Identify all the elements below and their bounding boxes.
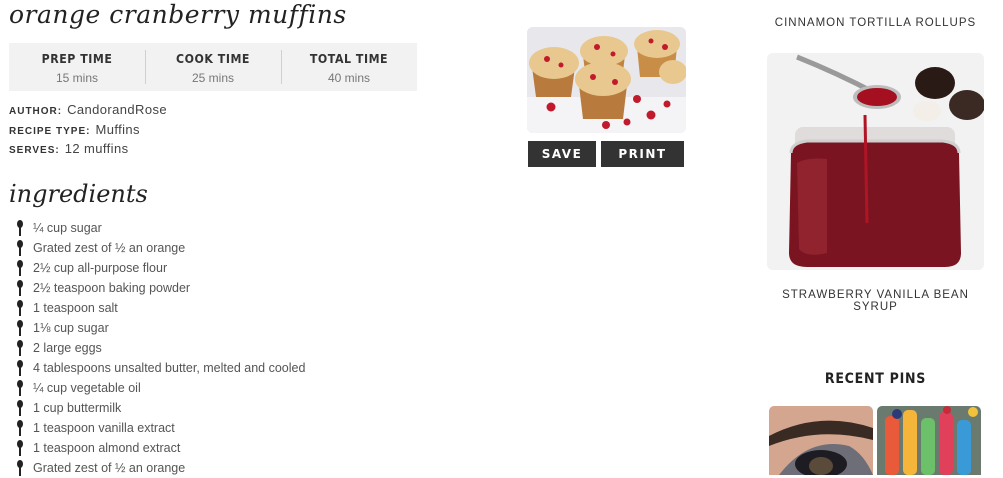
ingredients-heading: ingredients (9, 180, 148, 208)
prep-time-label: PREP TIME (41, 51, 113, 66)
prep-time-value: 15 mins (55, 71, 99, 85)
ingredient-text: 1 cup buttermilk (33, 401, 122, 415)
sidebar-post-photo[interactable] (767, 53, 984, 270)
ingredient-item: 2½ teaspoon baking powder (15, 278, 305, 298)
save-button[interactable]: SAVE (528, 141, 596, 167)
sidebar-post-title-1[interactable]: CINNAMON TORTILLA ROLLUPS (767, 17, 984, 29)
spoon-icon (17, 460, 23, 476)
recent-pin-2[interactable] (877, 406, 981, 475)
ingredient-text: 2½ cup all-purpose flour (33, 261, 168, 275)
print-button[interactable]: PRINT (601, 141, 684, 167)
ingredient-text: 2½ teaspoon baking powder (33, 281, 191, 295)
recipe-photo (527, 27, 686, 133)
prep-time: PREP TIME 15 mins (9, 43, 145, 91)
recipe-title: orange cranberry muffins (9, 0, 347, 29)
ingredient-item: 4 tablespoons unsalted butter, melted an… (15, 358, 305, 378)
author-value: CandorandRose (67, 102, 167, 117)
spoon-icon (17, 400, 23, 416)
ingredient-text: ¼ cup sugar (33, 221, 102, 235)
spoon-icon (17, 260, 23, 276)
sidebar-post-title-2[interactable]: STRAWBERRY VANILLA BEAN SYRUP (767, 289, 984, 313)
recent-pin-1[interactable] (769, 406, 873, 475)
ingredient-item: 2 large eggs (15, 338, 305, 358)
spoon-icon (17, 340, 23, 356)
author-label: AUTHOR: (9, 106, 63, 117)
recipe-type: RECIPE TYPE: Muffins (9, 122, 140, 137)
spoon-icon (17, 220, 23, 236)
ingredient-text: 1 teaspoon almond extract (33, 441, 181, 455)
recipe-type-label: RECIPE TYPE: (9, 126, 91, 137)
ingredient-text: Grated zest of ½ an orange (33, 461, 186, 475)
total-time-label: TOTAL TIME (309, 51, 389, 66)
ingredient-item: 1 teaspoon almond extract (15, 438, 305, 458)
ingredient-item: 1 cup buttermilk (15, 398, 305, 418)
serves-value: 12 muffins (64, 141, 129, 156)
ingredient-item: 2½ cup all-purpose flour (15, 258, 305, 278)
ingredient-item: 1⅛ cup sugar (15, 318, 305, 338)
cook-time: COOK TIME 25 mins (145, 43, 281, 91)
ingredient-item: Grated zest of ½ an orange (15, 238, 305, 258)
ingredient-item: 1 teaspoon salt (15, 298, 305, 318)
recent-pins-heading: RECENT PINS (824, 371, 927, 387)
spoon-icon (17, 360, 23, 376)
ingredient-text: 2 large eggs (33, 341, 102, 355)
ingredient-text: 1 teaspoon vanilla extract (33, 421, 175, 435)
serves-label: SERVES: (9, 145, 60, 156)
ingredient-item: Grated zest of ½ an orange (15, 458, 305, 478)
ingredient-item: ¼ cup vegetable oil (15, 378, 305, 398)
total-time-value: 40 mins (327, 71, 371, 85)
recipe-type-value: Muffins (95, 122, 140, 137)
ingredient-item: ¼ cup sugar (15, 218, 305, 238)
ingredient-text: Grated zest of ½ an orange (33, 241, 186, 255)
recipe-author: AUTHOR: CandorandRose (9, 102, 167, 117)
spoon-icon (17, 380, 23, 396)
spoon-icon (17, 420, 23, 436)
cook-time-label: COOK TIME (176, 51, 250, 66)
ingredient-item: 1 teaspoon vanilla extract (15, 418, 305, 438)
ingredients-list: ¼ cup sugar Grated zest of ½ an orange 2½ … (15, 218, 305, 478)
cook-time-value: 25 mins (191, 71, 235, 85)
recipe-serves: SERVES: 12 muffins (9, 141, 128, 156)
ingredient-text: 1 teaspoon salt (33, 301, 118, 315)
total-time: TOTAL TIME 40 mins (281, 43, 417, 91)
spoon-icon (17, 440, 23, 456)
spoon-icon (17, 300, 23, 316)
ingredient-text: 1⅛ cup sugar (33, 321, 109, 335)
spoon-icon (17, 320, 23, 336)
recipe-times: PREP TIME 15 mins COOK TIME 25 mins TOTA… (9, 43, 417, 91)
spoon-icon (17, 240, 23, 256)
ingredient-text: ¼ cup vegetable oil (33, 381, 141, 395)
ingredient-text: 4 tablespoons unsalted butter, melted an… (33, 361, 306, 375)
spoon-icon (17, 280, 23, 296)
